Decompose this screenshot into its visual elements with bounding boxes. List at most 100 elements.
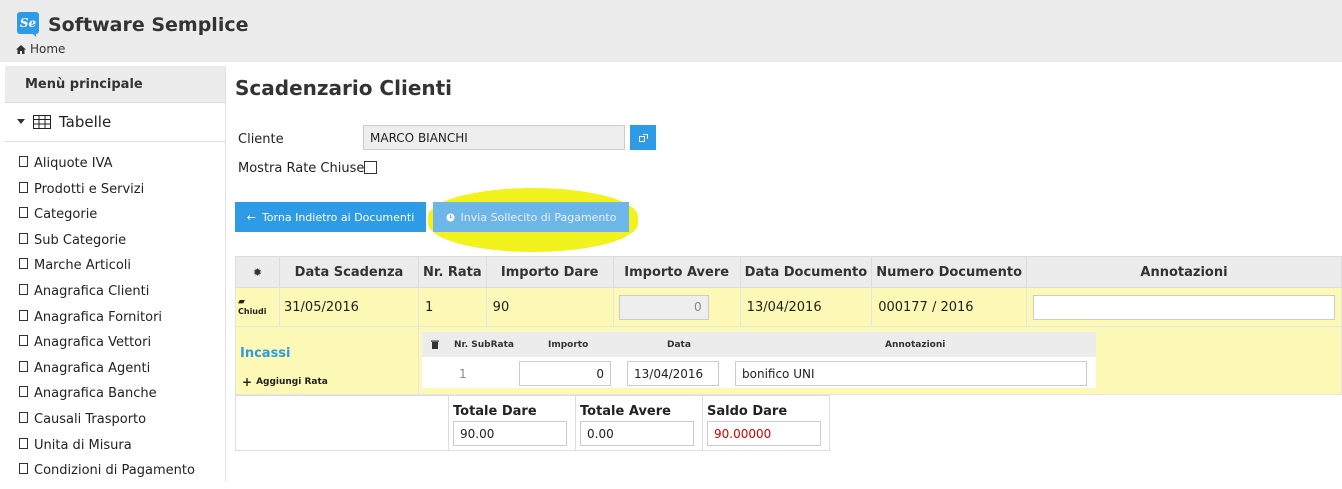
document-icon <box>19 309 28 321</box>
document-icon <box>19 386 28 398</box>
numero-documento-cell: 000177 / 2016 <box>871 287 1028 327</box>
incassi-subheader <box>422 332 1096 357</box>
sidebar-item-anagrafica-clienti[interactable]: Anagrafica Clienti <box>19 283 225 310</box>
subrata-nr: 1 <box>459 367 467 381</box>
close-rata-label[interactable]: Chiudi <box>238 307 277 317</box>
sidebar-item-causali-trasporto[interactable]: Causali Trasporto <box>19 411 225 438</box>
sidebar-item-prodotti-servizi[interactable]: Prodotti e Servizi <box>19 181 225 208</box>
back-to-documents-button[interactable]: ← Torna Indietro ai Documenti <box>235 202 426 232</box>
document-icon <box>19 411 28 423</box>
sidebar-item-label: Marche Articoli <box>34 258 132 274</box>
page-title: Scadenzario Clienti <box>235 76 453 100</box>
importo-dare-cell: 90 <box>485 287 614 327</box>
sub-column-header: Data <box>667 339 691 350</box>
top-bar: Se Software Semplice Home <box>0 0 1342 62</box>
caret-down-icon <box>17 119 25 124</box>
sub-column-header: Nr. SubRata <box>454 339 514 350</box>
incassi-subtable-cell: Nr. SubRata Importo Data Annotazioni 1 0… <box>418 326 1342 395</box>
sidebar-item-unita-misura[interactable]: Unita di Misura <box>19 437 225 464</box>
document-icon <box>19 335 28 347</box>
mostra-rate-chiuse-label: Mostra Rate Chiuse <box>238 161 365 176</box>
document-icon <box>19 156 28 167</box>
incassi-title-cell: Incassi + Aggiungi Rata <box>235 326 419 395</box>
sidebar-item-categorie[interactable]: Categorie <box>19 207 225 233</box>
document-icon <box>19 437 28 449</box>
saldo-dare-field[interactable]: 90.00000 <box>707 421 821 446</box>
open-cliente-button[interactable] <box>630 125 656 150</box>
sidebar-item-anagrafica-vettori[interactable]: Anagrafica Vettori <box>19 335 225 361</box>
home-icon <box>16 44 26 54</box>
annotazioni-field[interactable] <box>1033 294 1335 320</box>
totale-avere-label: Totale Avere <box>580 404 671 419</box>
scadenze-table: ✹ Data Scadenza Nr. Rata Importo Dare Im… <box>235 256 1342 395</box>
column-header[interactable]: Nr. Rata <box>418 256 487 288</box>
sidebar-item-aliquote-iva[interactable]: Aliquote IVA <box>19 156 225 182</box>
saldo-dare-label: Saldo Dare <box>707 404 788 419</box>
sidebar-header: Menù principale <box>5 66 225 102</box>
column-header[interactable]: Data Documento <box>739 256 873 288</box>
logo-text: Se <box>19 16 37 30</box>
sidebar-item-label: Prodotti e Servizi <box>34 181 145 197</box>
sidebar: Menù principale Tabelle Aliquote IVA Pro… <box>5 66 226 481</box>
add-rata-button[interactable]: + Aggiungi Rata <box>242 375 328 389</box>
importo-avere-field[interactable]: 0 <box>618 294 709 320</box>
add-rata-label: Aggiungi Rata <box>256 377 328 387</box>
data-scadenza-cell: 31/05/2016 <box>279 287 419 327</box>
totale-avere-field[interactable]: 0.00 <box>580 421 694 446</box>
document-icon <box>19 463 28 475</box>
send-reminder-button[interactable]: Invia Sollecito di Pagamento <box>433 202 629 232</box>
sidebar-item-sub-categorie[interactable]: Sub Categorie <box>19 232 225 259</box>
sidebar-item-label: Anagrafica Fornitori <box>34 309 163 325</box>
sidebar-item-anagrafica-agenti[interactable]: Anagrafica Agenti <box>19 360 225 387</box>
trash-icon[interactable] <box>431 332 439 357</box>
cliente-field[interactable]: MARCO BIANCHI <box>363 125 625 150</box>
sidebar-item-label: Anagrafica Agenti <box>34 360 151 376</box>
column-header[interactable]: Numero Documento <box>871 256 1028 288</box>
subrata-data-field[interactable]: 13/04/2016 <box>627 361 719 386</box>
table-icon <box>33 115 51 129</box>
sidebar-menu: Aliquote IVA Prodotti e Servizi Categori… <box>5 156 225 489</box>
document-icon <box>19 181 28 193</box>
mostra-rate-chiuse-checkbox[interactable] <box>364 161 377 174</box>
breadcrumb-home[interactable]: Home <box>30 42 65 56</box>
incassi-row: Incassi + Aggiungi Rata Nr. SubRata Impo… <box>235 326 1342 395</box>
app-title[interactable]: Software Semplice <box>48 14 248 36</box>
divider <box>575 396 576 451</box>
column-header[interactable]: Annotazioni <box>1026 256 1342 288</box>
annotazioni-cell <box>1026 287 1342 327</box>
sidebar-item-label: Anagrafica Clienti <box>34 283 150 299</box>
subrata-annotazioni-field[interactable]: bonifico UNI <box>735 361 1087 386</box>
sidebar-item-condizioni-pagamento[interactable]: Condizioni di Pagamento <box>19 463 225 489</box>
totals-block: Totale Dare 90.00 Totale Avere 0.00 Sald… <box>235 395 830 451</box>
plus-icon: + <box>242 375 253 389</box>
clock-icon <box>446 213 455 221</box>
sidebar-item-label: Aliquote IVA <box>34 156 113 171</box>
column-header[interactable]: Importo Dare <box>485 256 614 288</box>
sidebar-item-anagrafica-fornitori[interactable]: Anagrafica Fornitori <box>19 309 225 336</box>
column-header[interactable]: Data Scadenza <box>279 256 419 288</box>
send-reminder-label: Invia Sollecito di Pagamento <box>460 210 617 224</box>
sidebar-item-marche-articoli[interactable]: Marche Articoli <box>19 258 225 284</box>
importo-avere-cell: 0 <box>612 287 741 327</box>
close-rata-cell[interactable]: ▰ Chiudi <box>235 287 280 327</box>
sub-column-header: Importo <box>548 339 589 350</box>
document-icon <box>19 258 28 270</box>
sidebar-item-label: Anagrafica Vettori <box>34 335 152 351</box>
sidebar-item-label: Causali Trasporto <box>34 411 147 427</box>
logo-tail <box>30 31 36 37</box>
incassi-title: Incassi <box>240 346 291 361</box>
column-header[interactable]: Importo Avere <box>612 256 741 288</box>
arrow-left-icon: ← <box>246 210 256 224</box>
divider <box>448 396 449 451</box>
document-icon <box>19 283 28 295</box>
sidebar-item-anagrafica-banche[interactable]: Anagrafica Banche <box>19 386 225 412</box>
divider <box>702 396 703 451</box>
cog-icon: ✹ <box>252 265 263 279</box>
settings-column-header: ✹ <box>235 256 280 288</box>
sidebar-section-tabelle[interactable]: Tabelle <box>5 102 225 142</box>
subrata-importo-field[interactable]: 0 <box>519 361 611 386</box>
totale-dare-field[interactable]: 90.00 <box>453 421 567 446</box>
document-icon <box>19 207 28 219</box>
sidebar-item-label: Sub Categorie <box>34 232 127 248</box>
folder-open-icon: ▰ <box>238 297 245 307</box>
